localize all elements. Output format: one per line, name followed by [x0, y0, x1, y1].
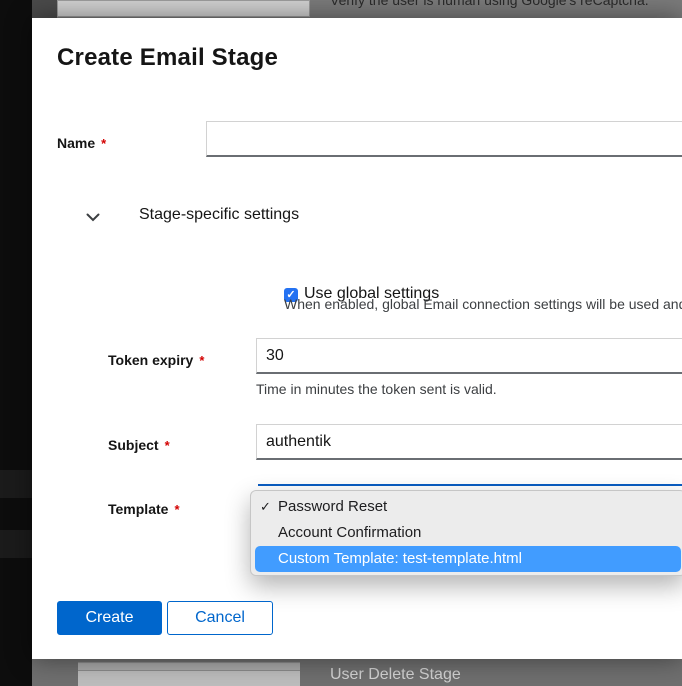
- modal-create-email-stage: Create Email Stage Name * Stage-specific …: [32, 18, 682, 659]
- option-label: Custom Template: test-template.html: [278, 550, 522, 567]
- backdrop-bottom-strip: User Delete Stage: [32, 659, 682, 686]
- token-expiry-label-text: Token expiry: [108, 352, 193, 368]
- subject-label-text: Subject: [108, 437, 159, 453]
- token-expiry-input[interactable]: [256, 338, 682, 374]
- use-global-settings-help: When enabled, global Email connection se…: [284, 296, 682, 312]
- option-custom-template[interactable]: Custom Template: test-template.html: [255, 546, 681, 572]
- section-label: Stage-specific settings: [139, 206, 299, 224]
- required-asterisk: *: [101, 136, 106, 151]
- background-table-cell: [57, 0, 310, 17]
- user-delete-stage-text: User Delete Stage: [330, 666, 461, 684]
- template-dropdown: ✓ Password Reset Account Confirmation Cu…: [250, 490, 682, 576]
- cancel-button[interactable]: Cancel: [167, 601, 273, 635]
- option-label: Password Reset: [278, 498, 387, 515]
- sidebar-item: [0, 530, 32, 558]
- section-header: Stage-specific settings: [78, 203, 638, 235]
- chevron-down-icon: [86, 213, 100, 222]
- screen: Verify the user is human using Google's …: [0, 0, 682, 686]
- selected-check-icon: ✓: [260, 494, 276, 520]
- option-password-reset[interactable]: ✓ Password Reset: [251, 494, 682, 520]
- name-label-text: Name: [57, 135, 95, 151]
- backdrop-top-strip: Verify the user is human using Google's …: [32, 0, 682, 18]
- sidebar: [0, 0, 32, 686]
- template-label-text: Template: [108, 501, 168, 517]
- required-asterisk: *: [174, 502, 179, 517]
- template-select-focus-border: [258, 484, 682, 486]
- background-table-cell-inner: [78, 670, 300, 686]
- required-asterisk: *: [199, 353, 204, 368]
- template-label: Template *: [108, 501, 180, 517]
- subject-label: Subject *: [108, 437, 170, 453]
- token-expiry-label: Token expiry *: [108, 352, 204, 368]
- option-account-confirmation[interactable]: Account Confirmation: [251, 520, 682, 546]
- background-table-cell: [78, 662, 300, 686]
- sidebar-item: [0, 470, 32, 498]
- subject-input[interactable]: [256, 424, 682, 460]
- section-toggle[interactable]: [78, 206, 108, 228]
- backdrop-page-edge: [32, 0, 57, 18]
- name-label: Name *: [57, 135, 106, 151]
- token-expiry-help: Time in minutes the token sent is valid.: [256, 381, 682, 397]
- required-asterisk: *: [165, 438, 170, 453]
- modal-title: Create Email Stage: [57, 44, 278, 72]
- option-label: Account Confirmation: [278, 524, 421, 541]
- create-button[interactable]: Create: [57, 601, 162, 635]
- recaptcha-description-text: Verify the user is human using Google's …: [330, 0, 649, 9]
- name-input[interactable]: [206, 121, 682, 157]
